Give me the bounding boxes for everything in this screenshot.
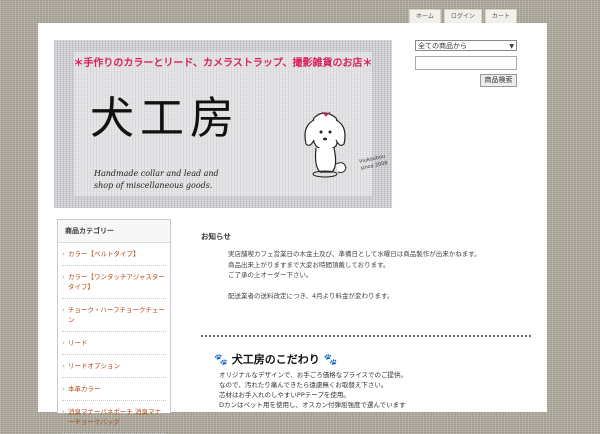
sidebar-item-lead[interactable]: リード — [62, 332, 166, 355]
sidebar-item-collar-adjuster[interactable]: カラー【ワンタッチアジャスタータイプ】 — [62, 266, 166, 299]
sidebar-item-label: リード — [68, 339, 88, 347]
banner-tagline: ＊手作りのカラーとリード、カメラストラップ、撮影雑貨のお店＊ — [73, 58, 373, 69]
news-line: ご了承の上オーダー下さい。 — [228, 271, 313, 279]
site-banner[interactable]: ＊手作りのカラーとリード、カメラストラップ、撮影雑貨のお店＊ 犬工房 Handm… — [54, 40, 392, 208]
news-body: 実店舗喫カフェ営業日の木金土及び、凖備日として水曜日は商品製作が出来かねます。 … — [228, 249, 481, 301]
kodawari-line: 芯材はお手入れのしやすいPPテープを使用。 — [219, 391, 350, 399]
search-input[interactable] — [415, 56, 517, 70]
sidebar-item-label: カラー【ベルトタイプ】 — [68, 250, 140, 258]
top-nav: ホーム ログイン カート — [409, 9, 517, 24]
sidebar-item-collar-belt[interactable]: カラー【ベルトタイプ】 — [62, 243, 166, 266]
sidebar-item-label: リードオプション — [68, 362, 120, 370]
page-container: ＊手作りのカラーとリード、カメラストラップ、撮影雑貨のお店＊ 犬工房 Handm… — [38, 23, 547, 434]
banner-english-line2: shop of miscellaneous goods. — [94, 181, 213, 190]
paw-icon: 🐾 — [323, 352, 338, 366]
news-line: 商品出来上がりますまで大変お時間頂戴しております。 — [228, 260, 390, 269]
sidebar-item-label: 消臭マナーパネポーチ 消臭マナーチョークバッグ — [68, 408, 162, 426]
nav-login-link[interactable]: ログイン — [443, 9, 482, 24]
sidebar-item-label: 本革カラー — [68, 385, 101, 393]
kodawari-line: オリジナルなデザインで、お手ごろ価格なプライスでのご提供。 — [219, 371, 408, 379]
kodawari-text: オリジナルなデザインで、お手ごろ価格なプライスでのご提供。 なので、汚れたり痛ん… — [219, 370, 514, 410]
sidebar-item-lead-option[interactable]: リードオプション — [62, 355, 166, 378]
search-box: 全ての商品から ▼ 商品検索 — [415, 40, 519, 87]
site-logo: 犬工房 — [90, 93, 240, 144]
dog-illustration-icon — [304, 111, 347, 178]
kodawari-section: 🐾 犬工房のこだわり 🐾 オリジナルなデザインで、お手ごろ価格なプライスでのご提… — [214, 351, 514, 410]
news-spacer — [228, 281, 481, 291]
kodawari-line: Dカンはペット用を使用し、オスカン付弾屈強度で選んでいます — [219, 401, 406, 409]
section-divider — [201, 335, 531, 337]
sidebar-item-leather-collar[interactable]: 本革カラー — [62, 378, 166, 401]
category-select[interactable]: 全ての商品から ▼ — [415, 40, 517, 51]
category-sidebar: 商品カテゴリー カラー【ベルトタイプ】 カラー【ワンタッチアジャスタータイプ】 … — [57, 219, 171, 434]
kodawari-line: なので、汚れたり痛んできたら遠慮無くお取替え下さい。 — [219, 381, 388, 389]
sidebar-item-label: チョーク・ハーフチョークチェーン — [68, 306, 165, 324]
news-line: 配送業者の送料改定につき、4月より料金が変わります。 — [228, 291, 394, 300]
category-select-value: 全ての商品から — [418, 42, 467, 50]
sidebar-item-label: カラー【ワンタッチアジャスタータイプ】 — [68, 273, 165, 291]
chevron-down-icon: ▼ — [509, 43, 514, 50]
nav-home-link[interactable]: ホーム — [409, 9, 441, 24]
kodawari-title-text: 犬工房のこだわり — [231, 353, 320, 366]
kodawari-title: 🐾 犬工房のこだわり 🐾 — [214, 351, 514, 367]
news-title: お知らせ — [201, 232, 231, 241]
search-button[interactable]: 商品検索 — [480, 74, 517, 87]
category-list: カラー【ベルトタイプ】 カラー【ワンタッチアジャスタータイプ】 チョーク・ハーフ… — [58, 243, 170, 434]
sidebar-item-choke-chain[interactable]: チョーク・ハーフチョークチェーン — [62, 299, 166, 332]
paw-icon: 🐾 — [214, 352, 228, 366]
sidebar-title: 商品カテゴリー — [58, 220, 170, 243]
news-line: 実店舗喫カフェ営業日の木金土及び、凖備日として水曜日は商品製作が出来かねます。 — [228, 250, 481, 258]
nav-cart-link[interactable]: カート — [484, 9, 517, 24]
sidebar-item-manner-pouch[interactable]: 消臭マナーパネポーチ 消臭マナーチョークバッグ — [62, 401, 166, 434]
